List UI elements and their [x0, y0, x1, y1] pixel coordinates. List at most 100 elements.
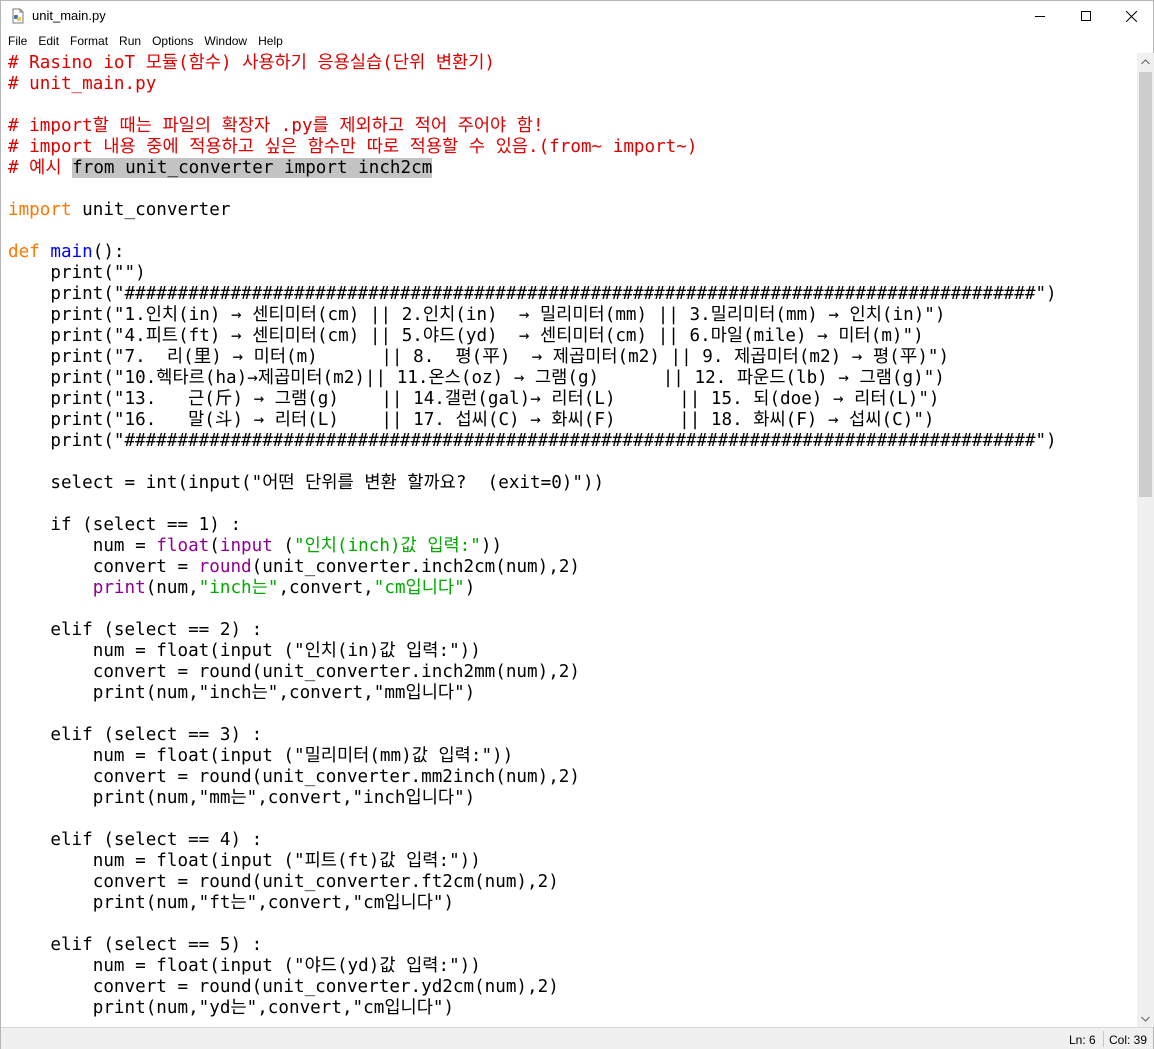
- code-line[interactable]: # 예시 from unit_converter import inch2cm: [8, 158, 1057, 179]
- status-line-number: Ln: 6: [1069, 1033, 1096, 1047]
- code-line[interactable]: convert = round(unit_converter.mm2inch(n…: [8, 767, 1057, 788]
- code-line[interactable]: num = float(input ("야드(yd)값 입력:")): [8, 956, 1057, 977]
- code-line[interactable]: print("4.피트(ft) → 센티미터(cm) || 5.야드(yd) →…: [8, 326, 1057, 347]
- code-token: convert = round(unit_converter.inch2mm(n…: [8, 662, 580, 682]
- code-token: print("#################################…: [8, 431, 1057, 451]
- code-token: elif (select == 2) :: [8, 620, 263, 640]
- code-line[interactable]: # import 내용 중에 적용하고 싶은 함수만 따로 적용할 수 있음.(…: [8, 137, 1057, 158]
- menu-format[interactable]: Format: [66, 31, 112, 51]
- code-line[interactable]: [8, 809, 1057, 830]
- code-line[interactable]: import unit_converter: [8, 200, 1057, 221]
- code-line[interactable]: [8, 221, 1057, 242]
- code-token: print("16. 말(斗) → 리터(L) || 17. 섭씨(C) → 화…: [8, 410, 935, 430]
- minimize-button[interactable]: [1017, 1, 1063, 31]
- code-line[interactable]: print(num,"inch는",convert,"mm입니다"): [8, 683, 1057, 704]
- code-token: import: [8, 200, 72, 220]
- code-line[interactable]: convert = round(unit_converter.inch2cm(n…: [8, 557, 1057, 578]
- code-line[interactable]: print(num,"ft는",convert,"cm입니다"): [8, 893, 1057, 914]
- chevron-up-icon: [1141, 58, 1150, 64]
- code-line[interactable]: [8, 494, 1057, 515]
- code-line[interactable]: print(num,"inch는",convert,"cm입니다"): [8, 578, 1057, 599]
- maximize-button[interactable]: [1063, 1, 1109, 31]
- code-line[interactable]: print("10.헥타르(ha)→제곱미터(m2)|| 11.온스(oz) →…: [8, 368, 1057, 389]
- code-line[interactable]: select = int(input("어떤 단위를 변환 할까요? (exit…: [8, 473, 1057, 494]
- code-line[interactable]: print("#################################…: [8, 431, 1057, 452]
- code-token: select = int(input("어떤 단위를 변환 할까요? (exit…: [8, 473, 605, 493]
- code-token: ():: [92, 242, 125, 262]
- code-token: elif (select == 4) :: [8, 830, 263, 850]
- close-button[interactable]: [1108, 1, 1154, 31]
- code-line[interactable]: elif (select == 5) :: [8, 935, 1057, 956]
- scroll-down-button[interactable]: [1137, 1010, 1154, 1027]
- minimize-icon: [1035, 16, 1045, 17]
- code-line[interactable]: convert = round(unit_converter.ft2cm(num…: [8, 872, 1057, 893]
- code-token: elif (select == 3) :: [8, 725, 263, 745]
- code-line[interactable]: [8, 95, 1057, 116]
- selected-text: from unit_converter import inch2cm: [72, 158, 433, 178]
- menu-bar: File Edit Format Run Options Window Help: [1, 31, 1153, 51]
- code-line[interactable]: print(""): [8, 263, 1057, 284]
- code-token: num = float(input ("피트(ft)값 입력:")): [8, 851, 481, 871]
- code-line[interactable]: convert = round(unit_converter.inch2mm(n…: [8, 662, 1057, 683]
- code-line[interactable]: [8, 599, 1057, 620]
- code-token: main: [50, 242, 93, 262]
- menu-file[interactable]: File: [4, 31, 31, 51]
- idle-editor-window: unit_main.py File Edit Format Run Option…: [0, 0, 1154, 1049]
- code-line[interactable]: num = float(input ("피트(ft)값 입력:")): [8, 851, 1057, 872]
- code-text[interactable]: # Rasino ioT 모듈(함수) 사용하기 응용실습(단위 변환기) # u…: [8, 53, 1057, 1019]
- code-token: "cm입니다": [373, 578, 465, 598]
- code-line[interactable]: [8, 452, 1057, 473]
- code-token: print(""): [8, 263, 146, 283]
- code-line[interactable]: elif (select == 3) :: [8, 725, 1057, 746]
- code-line[interactable]: if (select == 1) :: [8, 515, 1057, 536]
- code-line[interactable]: elif (select == 2) :: [8, 620, 1057, 641]
- code-line[interactable]: [8, 914, 1057, 935]
- title-bar[interactable]: unit_main.py: [1, 1, 1153, 31]
- status-divider: [1103, 1031, 1104, 1047]
- code-token: elif (select == 5) :: [8, 935, 263, 955]
- code-token: ,convert,: [278, 578, 374, 598]
- code-token: input: [219, 536, 273, 556]
- code-token: # import 내용 중에 적용하고 싶은 함수만 따로 적용할 수 있음.(…: [8, 137, 698, 157]
- code-line[interactable]: print("7. 리(里) → 미터(m) || 8. 평(平) → 제곱미터…: [8, 347, 1057, 368]
- scroll-up-button[interactable]: [1137, 53, 1154, 70]
- menu-window[interactable]: Window: [200, 31, 251, 51]
- code-token: print("7. 리(里) → 미터(m) || 8. 평(平) → 제곱미터…: [8, 347, 950, 367]
- menu-options[interactable]: Options: [148, 31, 197, 51]
- menu-edit[interactable]: Edit: [34, 31, 63, 51]
- code-line[interactable]: [8, 179, 1057, 200]
- code-token: convert = round(unit_converter.ft2cm(num…: [8, 872, 559, 892]
- code-line[interactable]: # Rasino ioT 모듈(함수) 사용하기 응용실습(단위 변환기): [8, 53, 1057, 74]
- code-line[interactable]: print("1.인치(in) → 센티미터(cm) || 2.인치(in) →…: [8, 305, 1057, 326]
- code-line[interactable]: def main():: [8, 242, 1057, 263]
- vertical-scrollbar[interactable]: [1137, 53, 1154, 1027]
- code-line[interactable]: print("13. 근(斤) → 그램(g) || 14.갤런(gal)→ 리…: [8, 389, 1057, 410]
- code-line[interactable]: elif (select == 4) :: [8, 830, 1057, 851]
- code-line[interactable]: num = float(input ("인치(in)값 입력:")): [8, 641, 1057, 662]
- code-editor[interactable]: # Rasino ioT 모듈(함수) 사용하기 응용실습(단위 변환기) # u…: [1, 53, 1137, 1027]
- code-token: # 예시: [8, 158, 73, 178]
- code-token: print(num,"yd는",convert,"cm입니다"): [8, 998, 455, 1018]
- code-line[interactable]: print(num,"mm는",convert,"inch입니다"): [8, 788, 1057, 809]
- code-token: (unit_converter.inch2cm(num),2): [251, 557, 581, 577]
- code-token: print("4.피트(ft) → 센티미터(cm) || 5.야드(yd) →…: [8, 326, 924, 346]
- code-token: convert =: [8, 557, 199, 577]
- code-line[interactable]: num = float(input ("밀리미터(mm)값 입력:")): [8, 746, 1057, 767]
- code-line[interactable]: # import할 때는 파일의 확장자 .py를 제외하고 적어 주어야 함!: [8, 116, 1057, 137]
- code-line[interactable]: convert = round(unit_converter.yd2cm(num…: [8, 977, 1057, 998]
- code-token: print(num,"mm는",convert,"inch입니다"): [8, 788, 476, 808]
- code-line[interactable]: print("#################################…: [8, 284, 1056, 305]
- code-line[interactable]: print("16. 말(斗) → 리터(L) || 17. 섭씨(C) → 화…: [8, 410, 1057, 431]
- code-token: (: [272, 536, 295, 556]
- menu-run[interactable]: Run: [115, 31, 145, 51]
- chevron-down-icon: [1141, 1016, 1150, 1022]
- code-line[interactable]: [8, 704, 1057, 725]
- scroll-thumb[interactable]: [1139, 72, 1152, 497]
- code-token: print(num,"ft는",convert,"cm입니다"): [8, 893, 455, 913]
- code-line[interactable]: print(num,"yd는",convert,"cm입니다"): [8, 998, 1057, 1019]
- code-line[interactable]: num = float(input ("인치(inch)값 입력:")): [8, 536, 1057, 557]
- code-line[interactable]: # unit_main.py: [8, 74, 1057, 95]
- status-column-number: Col: 39: [1109, 1033, 1148, 1047]
- menu-help[interactable]: Help: [254, 31, 287, 51]
- code-token: unit_converter: [71, 200, 231, 220]
